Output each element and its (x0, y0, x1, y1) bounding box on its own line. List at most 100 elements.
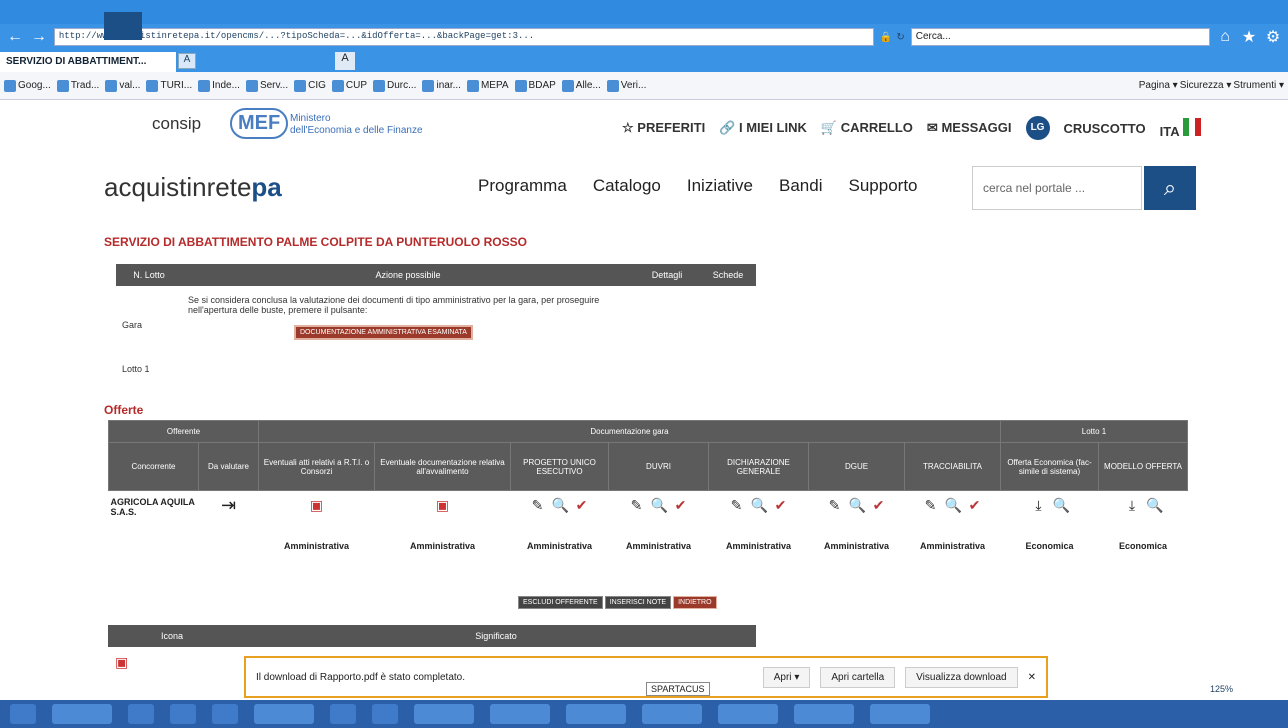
site-search-input[interactable]: cerca nel portale ... (972, 166, 1142, 210)
menu-supporto[interactable]: Supporto (849, 176, 918, 196)
cruscotto-link[interactable]: CRUSCOTTO (1064, 121, 1146, 136)
menu-iniziative[interactable]: Iniziative (687, 176, 753, 196)
menu-programma[interactable]: Programma (478, 176, 567, 196)
favorite-item[interactable]: val... (105, 79, 140, 92)
view-downloads-button[interactable]: Visualizza download (905, 666, 1018, 688)
view-icon[interactable]: 🔍 (552, 497, 569, 513)
taskbar-item[interactable] (718, 704, 778, 724)
zoom-level[interactable]: 125% (1210, 684, 1233, 694)
menu-catalogo[interactable]: Catalogo (593, 176, 661, 196)
carrello-link[interactable]: 🛒 CARRELLO (821, 120, 913, 136)
view-icon[interactable]: 🔍 (751, 497, 768, 513)
edit-icon[interactable]: ✎ (629, 497, 645, 513)
table-row: AGRICOLA AQUILA S.A.S. ⇥ ▣ Amministrativa… (109, 491, 1188, 577)
inserisci-note-button[interactable]: INSERISCI NOTE (604, 596, 672, 609)
favorite-item[interactable]: Serv... (245, 79, 288, 92)
address-field[interactable]: http://www.acquistinretepa.it/opencms/..… (53, 28, 874, 46)
favorite-item[interactable]: Goog... (4, 79, 51, 92)
menu-bandi[interactable]: Bandi (779, 176, 822, 196)
favorite-item[interactable]: CIG (294, 79, 326, 92)
avatar[interactable]: LG (1025, 116, 1050, 140)
cmd-sicurezza[interactable]: Sicurezza ▾ (1180, 80, 1232, 91)
edit-icon[interactable]: ✎ (923, 497, 939, 513)
view-icon[interactable]: 🔍 (1053, 497, 1070, 513)
favorite-item[interactable]: BDAP (514, 79, 556, 92)
browser-search-input[interactable]: Cerca... (910, 28, 1211, 46)
col-header: DUVRI (608, 442, 709, 491)
doc-amministrativa-button[interactable]: DOCUMENTAZIONE AMMINISTRATIVA ESAMINATA (294, 324, 473, 340)
close-icon[interactable]: ✕ (1028, 672, 1036, 683)
taskbar-item[interactable] (330, 704, 356, 724)
view-icon[interactable]: 🔍 (945, 497, 962, 513)
edit-icon[interactable]: ✎ (827, 497, 843, 513)
favorite-item[interactable]: MEPA (466, 79, 509, 92)
taskbar-item[interactable] (372, 704, 398, 724)
taskbar-item[interactable] (128, 704, 154, 724)
open-button[interactable]: Apri ▾ (762, 666, 811, 688)
tab-icon[interactable]: A (178, 53, 196, 69)
edit-icon[interactable]: ✎ (530, 497, 546, 513)
taskbar-item[interactable] (212, 704, 238, 724)
spartacus-label: SPARTACUS (646, 682, 710, 696)
favorite-item[interactable]: CUP (331, 79, 367, 92)
refresh-icon[interactable]: ↻ (896, 32, 904, 43)
consip-logo-icon[interactable] (104, 12, 142, 40)
mef-logo[interactable]: MEF (230, 108, 289, 139)
taskbar-item[interactable] (52, 704, 112, 724)
view-icon[interactable]: 🔍 (1146, 497, 1163, 513)
cmd-strumenti[interactable]: Strumenti ▾ (1233, 80, 1284, 91)
tab-servizio[interactable]: SERVIZIO DI ABBATTIMENT... (0, 52, 176, 72)
favorite-item[interactable]: Inde... (198, 79, 240, 92)
favorite-item[interactable]: Trad... (56, 79, 99, 92)
taskbar-item[interactable] (490, 704, 550, 724)
consip-logo-text[interactable]: consip (152, 114, 201, 134)
col-header: Schede (700, 264, 756, 286)
cmd-pagina[interactable]: Pagina ▾ (1139, 80, 1178, 91)
taskbar-item[interactable] (170, 704, 196, 724)
enter-icon[interactable]: ⇥ (221, 496, 237, 514)
back-arrow-icon[interactable]: ← (6, 28, 24, 46)
gara-cell: Se si considera conclusa la valutazione … (182, 286, 756, 348)
view-icon[interactable]: 🔍 (849, 497, 866, 513)
taskbar-item[interactable] (794, 704, 854, 724)
search-icon[interactable]: ⌕ (1144, 166, 1196, 210)
start-icon[interactable] (10, 704, 36, 724)
approve-icon[interactable]: ✔ (871, 497, 887, 513)
taskbar-item[interactable] (870, 704, 930, 724)
view-icon[interactable]: 🔍 (651, 497, 668, 513)
new-tab-icon[interactable]: A (335, 52, 355, 70)
taskbar-item[interactable] (254, 704, 314, 724)
messaggi-link[interactable]: ✉ MESSAGGI (927, 120, 1012, 136)
pdf-icon[interactable]: ▣ (309, 497, 325, 513)
taskbar-item[interactable] (414, 704, 474, 724)
taskbar-item[interactable] (566, 704, 626, 724)
language-selector[interactable]: ITA (1160, 117, 1201, 139)
star-icon[interactable]: ★ (1240, 27, 1258, 47)
favorite-item[interactable]: Durc... (373, 79, 416, 92)
approve-icon[interactable]: ✔ (673, 497, 689, 513)
taskbar-item[interactable] (642, 704, 702, 724)
home-icon[interactable]: ⌂ (1216, 28, 1234, 46)
pdf-icon[interactable]: ▣ (435, 497, 451, 513)
approve-icon[interactable]: ✔ (967, 497, 983, 513)
download-icon[interactable]: ⤓ (1031, 497, 1047, 513)
italy-flag-icon (1182, 117, 1201, 136)
edit-icon[interactable]: ✎ (729, 497, 745, 513)
favorite-item[interactable]: TURI... (146, 79, 192, 92)
forward-arrow-icon[interactable]: → (30, 28, 48, 46)
download-icon[interactable]: ⤓ (1124, 497, 1140, 513)
link-link[interactable]: 🔗 I MIEI LINK (719, 120, 807, 136)
favorite-item[interactable]: Alle... (561, 79, 601, 92)
favorite-item[interactable]: Veri... (606, 79, 646, 92)
preferiti-link[interactable]: ☆ PREFERITI (622, 120, 705, 136)
gear-icon[interactable]: ⚙ (1264, 27, 1282, 47)
open-folder-button[interactable]: Apri cartella (820, 666, 896, 688)
approve-icon[interactable]: ✔ (574, 497, 590, 513)
escludi-offerente-button[interactable]: ESCLUDI OFFERENTE (518, 596, 603, 609)
indietro-button[interactable]: INDIETRO (673, 596, 717, 609)
brand-logo[interactable]: acquistinretepa (104, 172, 282, 203)
gara-text: Se si considera conclusa la valutazione … (188, 294, 600, 315)
doc-type-label: Amministrativa (919, 541, 986, 551)
approve-icon[interactable]: ✔ (773, 497, 789, 513)
favorite-item[interactable]: inar... (422, 79, 461, 92)
